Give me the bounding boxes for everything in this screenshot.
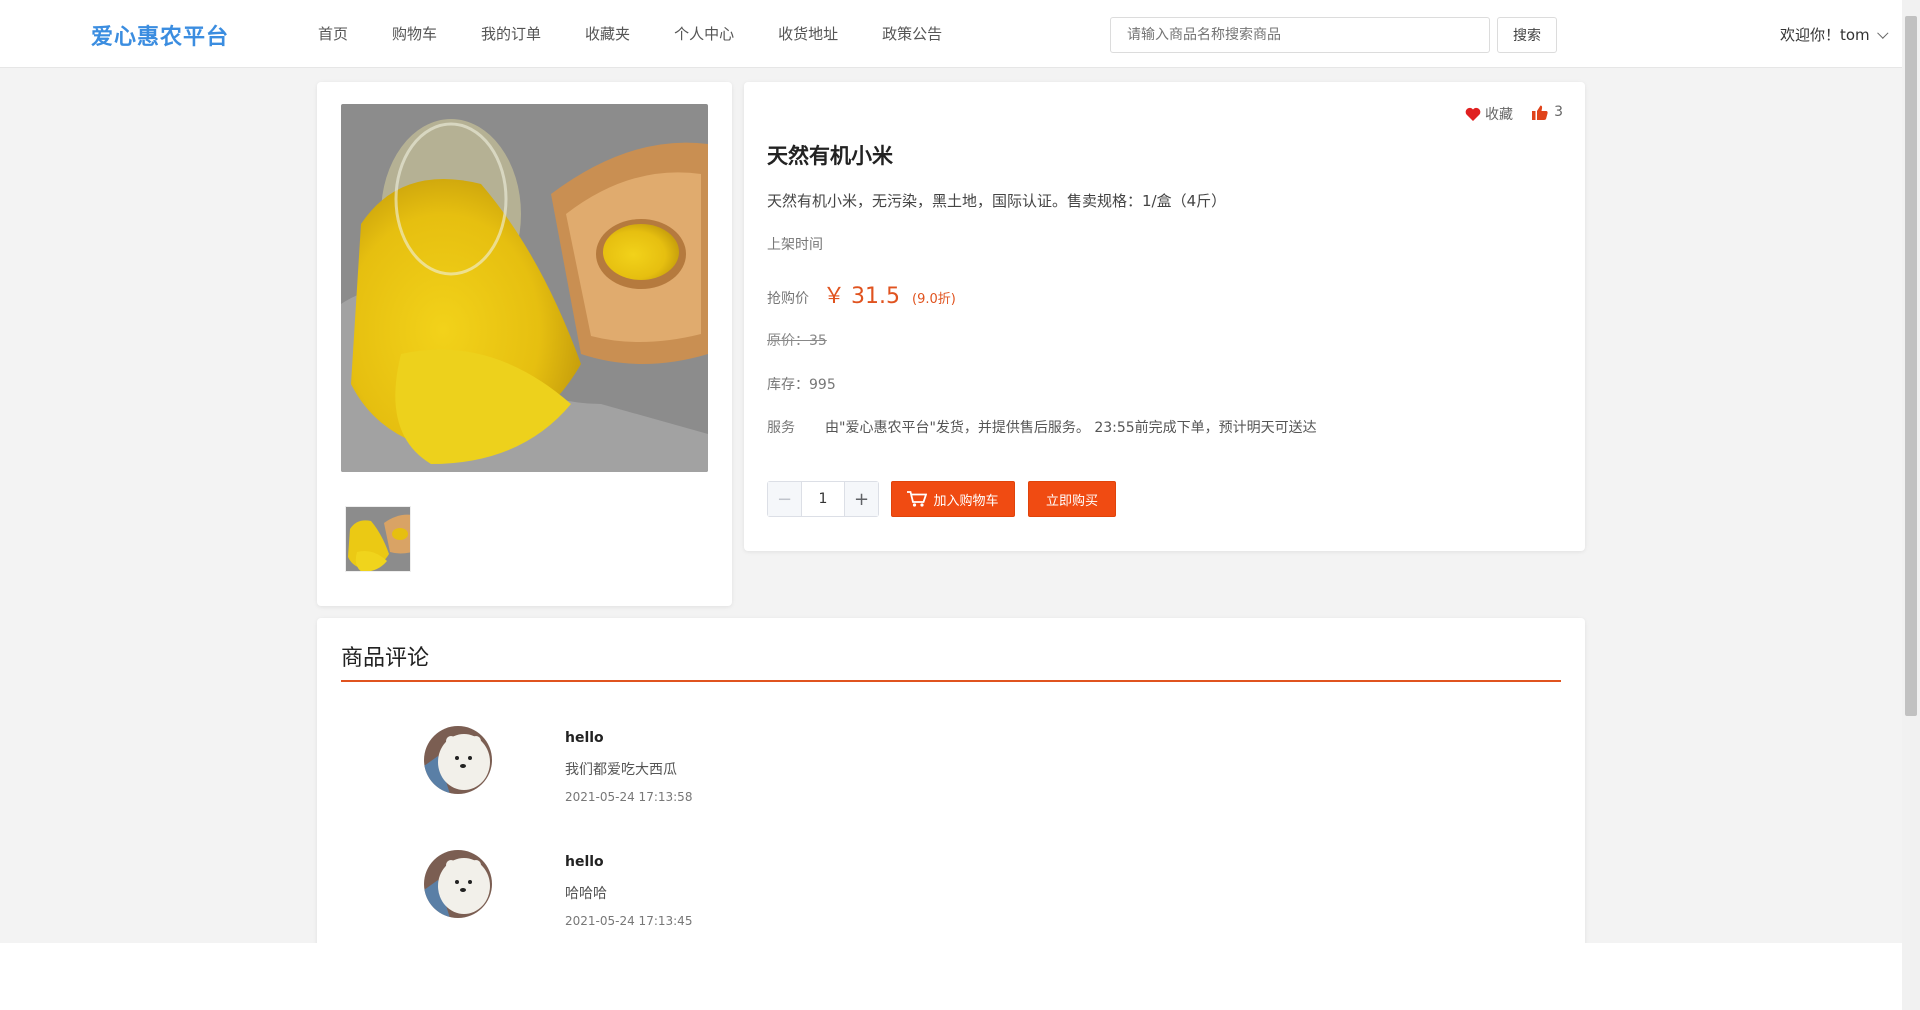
- discount-badge: (9.0折): [912, 292, 956, 307]
- review-time: 2021-05-24 17:13:45: [565, 914, 693, 928]
- currency-symbol: ￥: [823, 284, 846, 309]
- reviews-divider: [341, 680, 1561, 682]
- service-label: 服务: [767, 420, 795, 436]
- product-title: 天然有机小米: [767, 144, 893, 168]
- add-to-cart-button[interactable]: 加入购物车: [891, 481, 1015, 517]
- stock-count: 库存：995: [767, 377, 836, 393]
- nav-cart[interactable]: 购物车: [392, 0, 437, 68]
- review-text: 哈哈哈: [565, 886, 607, 902]
- chevron-down-icon: [1876, 27, 1889, 39]
- avatar: [424, 726, 492, 794]
- welcome-text: 欢迎你！tom: [1780, 26, 1870, 44]
- thumbs-up-icon: [1532, 105, 1548, 120]
- like-button[interactable]: 3: [1532, 104, 1563, 120]
- review-user: hello: [565, 854, 604, 870]
- cart-icon: [907, 491, 928, 507]
- price-label: 抢购价: [767, 291, 809, 307]
- review-time: 2021-05-24 17:13:58: [565, 790, 693, 804]
- increase-button[interactable]: +: [844, 482, 878, 516]
- reviews-title: 商品评论: [341, 646, 430, 671]
- service-text: 由"爱心惠农平台"发货，并提供售后服务。 23:55前完成下单，预计明天可送达: [825, 420, 1317, 436]
- listing-time-label: 上架时间: [767, 237, 823, 253]
- product-info: 收藏 3 天然有机小米 天然有机小米，无污染，黑土地，国际认证。售卖规格：1/盒…: [744, 82, 1585, 551]
- search-input[interactable]: [1110, 17, 1490, 53]
- product-gallery: [317, 82, 732, 606]
- product-thumbnail[interactable]: [345, 506, 411, 572]
- review-item: hello 哈哈哈 2021-05-24 17:13:45: [317, 850, 1585, 943]
- site-logo[interactable]: 爱心惠农平台: [91, 19, 229, 51]
- product-main-image: [341, 104, 708, 472]
- avatar: [424, 850, 492, 918]
- decrease-button[interactable]: −: [768, 482, 802, 516]
- top-header: 爱心惠农平台 首页 购物车 我的订单 收藏夹 个人中心 收货地址 政策公告 搜索…: [0, 0, 1902, 68]
- search-button[interactable]: 搜索: [1497, 17, 1557, 53]
- review-text: 我们都爱吃大西瓜: [565, 762, 677, 778]
- nav-orders[interactable]: 我的订单: [481, 0, 541, 68]
- page-viewport: 爱心惠农平台 首页 购物车 我的订单 收藏夹 个人中心 收货地址 政策公告 搜索…: [0, 0, 1902, 943]
- review-user: hello: [565, 730, 604, 746]
- price-row: 抢购价 ￥ 31.5 (9.0折): [767, 278, 956, 310]
- nav-address[interactable]: 收货地址: [778, 0, 838, 68]
- sale-price: 31.5: [851, 284, 900, 309]
- nav-announcements[interactable]: 政策公告: [882, 0, 942, 68]
- reviews-section: 商品评论 hello 我们都爱吃大西瓜 2021-05-24 17:13:58: [317, 618, 1585, 943]
- main-nav: 首页 购物车 我的订单 收藏夹 个人中心 收货地址 政策公告: [318, 0, 986, 68]
- quantity-value[interactable]: 1: [802, 482, 844, 516]
- quantity-stepper: − 1 +: [767, 481, 879, 517]
- nav-profile[interactable]: 个人中心: [674, 0, 734, 68]
- buy-now-button[interactable]: 立即购买: [1028, 481, 1116, 517]
- nav-favorites[interactable]: 收藏夹: [585, 0, 630, 68]
- product-description: 天然有机小米，无污染，黑土地，国际认证。售卖规格：1/盒（4斤）: [767, 192, 1227, 210]
- add-to-cart-label: 加入购物车: [933, 493, 999, 509]
- vertical-scrollbar[interactable]: [1902, 0, 1920, 1010]
- user-menu[interactable]: 欢迎你！tom: [1780, 24, 1889, 45]
- like-count: 3: [1554, 104, 1563, 120]
- nav-home[interactable]: 首页: [318, 0, 348, 68]
- favorite-button[interactable]: 收藏: [1465, 104, 1513, 124]
- favorite-label: 收藏: [1485, 107, 1513, 123]
- review-item: hello 我们都爱吃大西瓜 2021-05-24 17:13:58: [317, 726, 1585, 826]
- page-bottom-area: [0, 943, 1902, 1010]
- service-info: 服务 由"爱心惠农平台"发货，并提供售后服务。 23:55前完成下单，预计明天可送…: [767, 417, 1317, 437]
- heart-icon: [1465, 107, 1481, 121]
- original-price: 原价：35: [767, 333, 827, 349]
- scrollbar-thumb[interactable]: [1905, 16, 1917, 716]
